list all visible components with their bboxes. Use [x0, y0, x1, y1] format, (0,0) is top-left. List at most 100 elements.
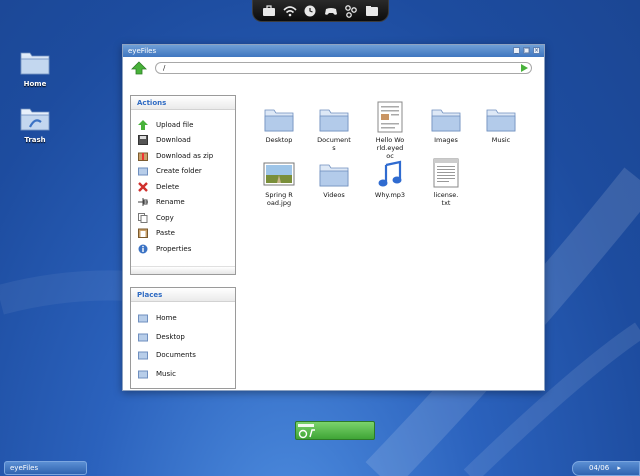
file-name: Document s — [317, 136, 351, 152]
places-panel-title: Places — [131, 288, 235, 302]
place-documents[interactable]: Documents — [131, 346, 235, 365]
folder-icon — [138, 313, 148, 323]
file-item-why-mp3[interactable]: Why.mp3 — [370, 160, 410, 199]
desktop-icon-label: Home — [23, 80, 47, 88]
clock-icon[interactable] — [302, 3, 318, 19]
text-file-icon — [433, 158, 459, 188]
action-download[interactable]: Download — [131, 133, 235, 149]
action-paste[interactable]: Paste — [131, 226, 235, 242]
address-bar — [123, 57, 544, 79]
place-label: Desktop — [156, 332, 185, 341]
file-item-hello-world[interactable]: Hello Wo rld.eyed oc — [370, 101, 410, 160]
folder-icon — [319, 109, 349, 132]
place-home[interactable]: Home — [131, 309, 235, 328]
file-name: Hello Wo rld.eyed oc — [375, 136, 405, 160]
places-list: Home Desktop Documents Music — [131, 302, 235, 383]
action-upload-file[interactable]: Upload file — [131, 117, 235, 133]
briefcase-icon[interactable] — [261, 3, 277, 19]
places-panel: Places Home Desktop Documents Music — [130, 287, 236, 389]
copy-icon — [138, 212, 148, 223]
wifi-icon[interactable] — [282, 3, 298, 19]
action-label: Copy — [156, 213, 174, 222]
folder-icon — [486, 109, 516, 132]
paste-icon — [138, 228, 148, 239]
file-item-spring-road[interactable]: Spring R oad.jpg — [259, 160, 299, 207]
music-note-icon — [378, 160, 402, 187]
window-title: eyeFiles — [128, 47, 157, 55]
folder-icon[interactable] — [364, 3, 380, 19]
desktop-icon-trash[interactable]: Trash — [15, 104, 55, 144]
folder-icon — [138, 369, 148, 379]
file-item-desktop[interactable]: Desktop — [259, 105, 299, 144]
folder-icon — [319, 164, 349, 187]
action-label: Properties — [156, 244, 192, 253]
eyeos-logo-icon — [298, 424, 315, 439]
delete-icon — [138, 181, 148, 192]
close-button[interactable]: × — [533, 47, 540, 54]
file-name: Why.mp3 — [374, 191, 406, 199]
action-label: Delete — [156, 182, 179, 191]
rename-icon — [138, 197, 148, 207]
desktop-icon-label: Trash — [24, 136, 46, 144]
place-music[interactable]: Music — [131, 365, 235, 384]
place-label: Music — [156, 369, 176, 378]
image-icon — [263, 162, 295, 186]
file-item-license[interactable]: license. txt — [426, 158, 466, 207]
action-copy[interactable]: Copy — [131, 210, 235, 226]
file-item-images[interactable]: Images — [426, 105, 466, 144]
folder-icon — [264, 109, 294, 132]
file-name: Videos — [323, 191, 345, 199]
file-item-music[interactable]: Music — [481, 105, 521, 144]
gamepad-icon[interactable] — [323, 3, 339, 19]
taskbar-clock: 04/06 ▸ — [572, 461, 640, 476]
actions-list: Upload file Download Download as zip Cre… — [131, 110, 235, 257]
actions-panel: Actions Upload file Download Download as… — [130, 95, 236, 275]
new-folder-icon — [138, 166, 148, 176]
action-rename[interactable]: Rename — [131, 195, 235, 211]
document-icon — [377, 101, 403, 133]
upload-icon — [138, 119, 148, 130]
file-item-videos[interactable]: Videos — [314, 160, 354, 199]
folder-icon — [138, 332, 148, 342]
file-name: Spring R oad.jpg — [265, 191, 293, 207]
action-create-folder[interactable]: Create folder — [131, 164, 235, 180]
action-delete[interactable]: Delete — [131, 179, 235, 195]
clock-date: 04/06 — [589, 464, 610, 472]
folder-icon — [20, 52, 50, 75]
desktop-icon-home[interactable]: Home — [15, 48, 55, 88]
action-label: Download — [156, 136, 191, 145]
network-icon[interactable] — [343, 3, 359, 19]
go-arrow-icon[interactable] — [518, 63, 530, 73]
file-name: Images — [434, 136, 458, 144]
trash-icon — [20, 108, 50, 131]
file-name: Music — [491, 136, 511, 144]
action-label: Rename — [156, 198, 185, 207]
minimize-button[interactable]: _ — [513, 47, 520, 54]
taskbar-item-eyefiles[interactable]: eyeFiles — [4, 461, 87, 475]
action-download-as-zip[interactable]: Download as zip — [131, 148, 235, 164]
action-label: Paste — [156, 229, 175, 238]
action-label: Upload file — [156, 120, 194, 129]
top-dock — [252, 0, 389, 22]
maximize-button[interactable]: □ — [523, 47, 530, 54]
download-icon — [138, 135, 148, 146]
folder-icon — [138, 350, 148, 360]
eyeos-launcher-button[interactable] — [295, 421, 375, 440]
action-properties[interactable]: Properties — [131, 241, 235, 257]
folder-icon — [431, 109, 461, 132]
place-label: Documents — [156, 351, 196, 360]
action-label: Download as zip — [156, 151, 214, 160]
clock-arrow-icon[interactable]: ▸ — [617, 464, 621, 472]
up-arrow-icon[interactable] — [131, 61, 147, 75]
panel-footer — [131, 266, 235, 274]
file-manager-window: eyeFiles _ □ × Actions Upload file Downl… — [122, 44, 545, 391]
zip-icon — [138, 151, 148, 161]
file-name: Desktop — [265, 136, 293, 144]
path-input[interactable] — [155, 62, 532, 74]
actions-panel-title: Actions — [131, 96, 235, 110]
place-desktop[interactable]: Desktop — [131, 328, 235, 347]
file-item-documents[interactable]: Document s — [314, 105, 354, 152]
info-icon — [138, 244, 148, 254]
place-label: Home — [156, 314, 177, 323]
window-titlebar[interactable]: eyeFiles _ □ × — [123, 45, 544, 57]
